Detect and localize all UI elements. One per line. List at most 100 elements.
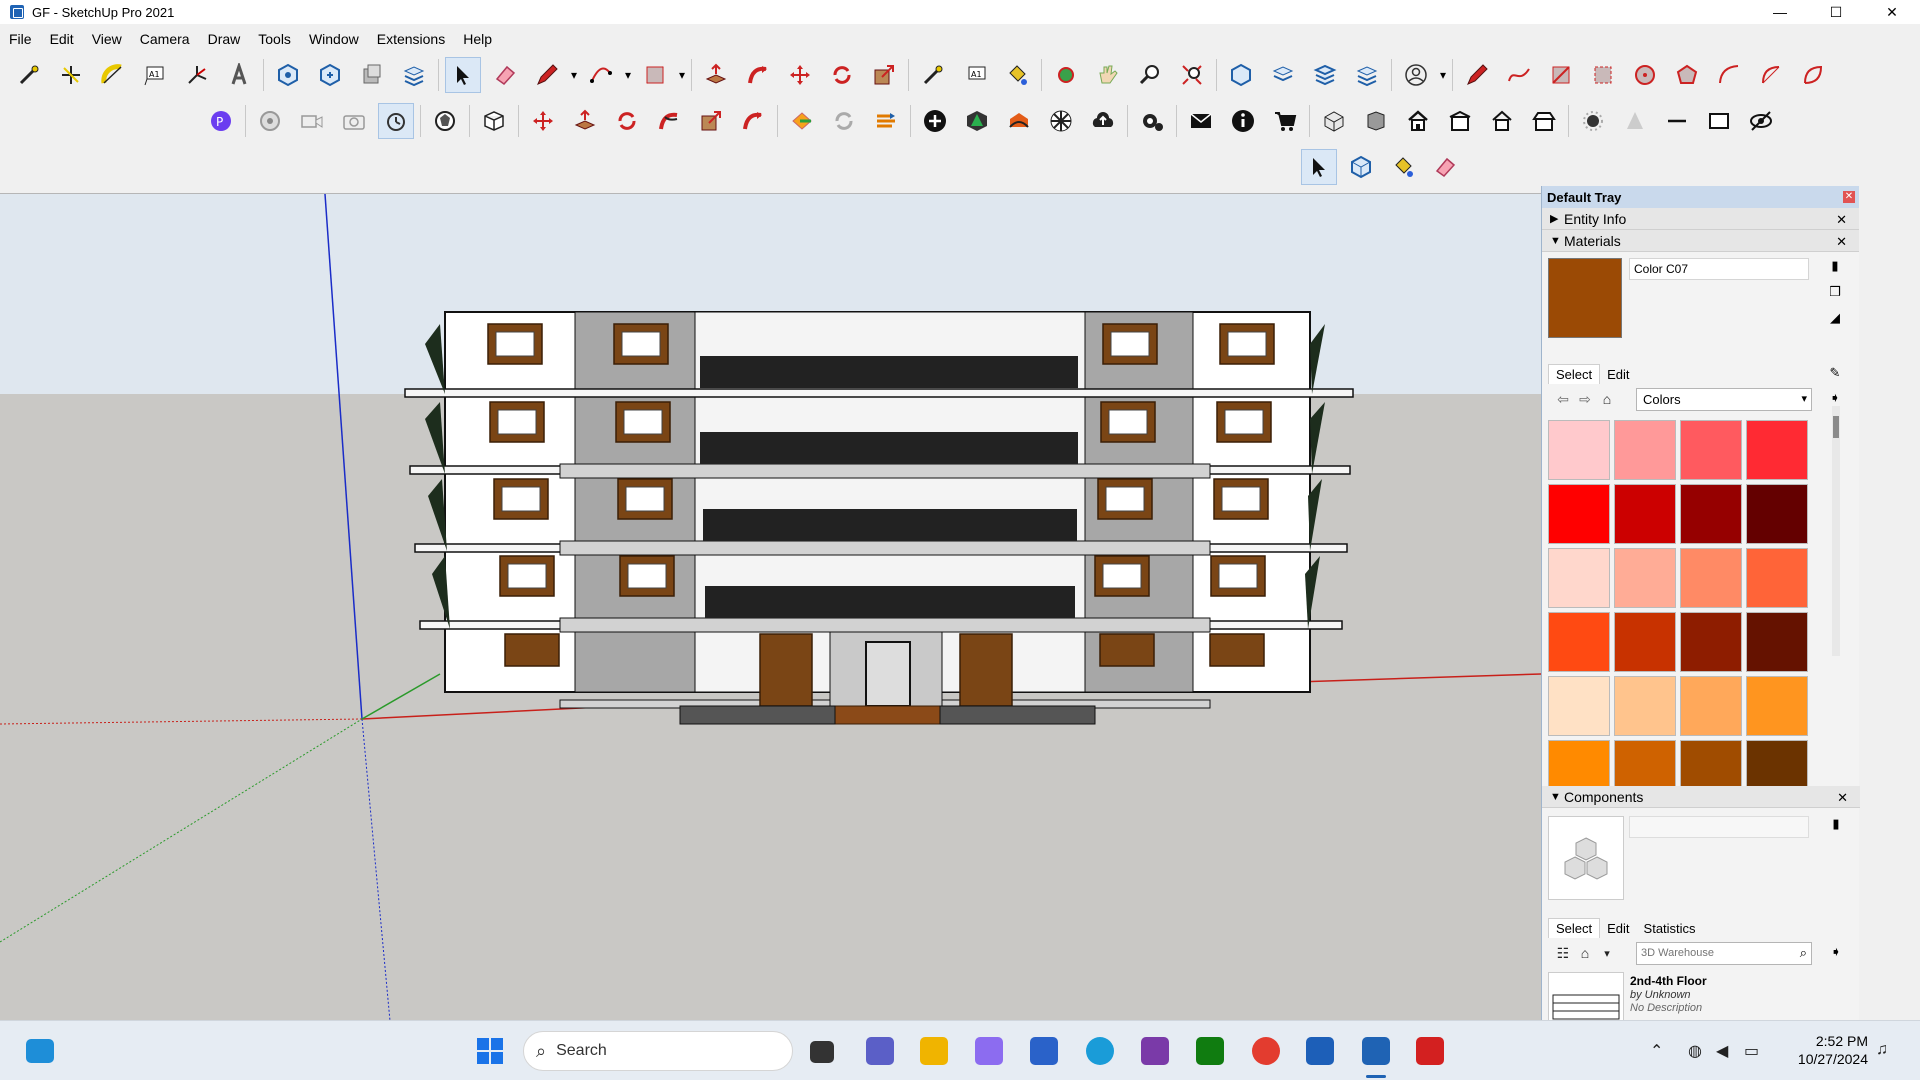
- chrome-icon[interactable]: [1252, 1037, 1280, 1065]
- library-dropdown[interactable]: Colors ▾: [1636, 388, 1812, 411]
- shadows-icon[interactable]: [1576, 104, 1610, 138]
- back-view-icon[interactable]: [1485, 104, 1519, 138]
- info-icon[interactable]: [1226, 104, 1260, 138]
- tab-select[interactable]: Select: [1548, 918, 1601, 938]
- checker-icon[interactable]: [1044, 104, 1078, 138]
- layers-icon[interactable]: [397, 58, 431, 92]
- minimize-button[interactable]: —: [1752, 0, 1808, 24]
- video-camera-icon[interactable]: [295, 104, 329, 138]
- top-view-icon[interactable]: [1359, 104, 1393, 138]
- maximize-button[interactable]: ☐: [1808, 0, 1864, 24]
- pan-icon[interactable]: [1091, 58, 1125, 92]
- sandbox-icon[interactable]: [785, 104, 819, 138]
- circle-icon[interactable]: [1628, 58, 1662, 92]
- component-details-icon[interactable]: ▮: [1828, 816, 1844, 832]
- display-secondary-icon[interactable]: ▮: [1827, 258, 1843, 274]
- move-icon[interactable]: [783, 58, 817, 92]
- tab-select[interactable]: Select: [1548, 364, 1601, 384]
- battery-icon[interactable]: ▭: [1744, 1041, 1759, 1061]
- store-icon[interactable]: [1030, 1037, 1058, 1065]
- follow-me-icon[interactable]: [652, 104, 686, 138]
- right-view-icon[interactable]: [1443, 104, 1477, 138]
- building-model[interactable]: [404, 311, 1354, 725]
- dimension-icon[interactable]: [54, 58, 88, 92]
- warehouse-search-box[interactable]: ⌕: [1636, 942, 1812, 965]
- arc-2-icon[interactable]: [1712, 58, 1746, 92]
- rectangle-icon[interactable]: [638, 58, 672, 92]
- push-pull-icon[interactable]: [699, 58, 733, 92]
- paint-bucket-icon[interactable]: [1000, 58, 1034, 92]
- menu-help[interactable]: Help: [454, 28, 501, 50]
- scale-icon[interactable]: [867, 58, 901, 92]
- app-icon[interactable]: [1141, 1037, 1169, 1065]
- menu-edit[interactable]: Edit: [41, 28, 83, 50]
- material-swatch[interactable]: [1548, 420, 1610, 480]
- rotate-icon[interactable]: [610, 104, 644, 138]
- curve-icon[interactable]: [1502, 58, 1536, 92]
- iso-view-icon[interactable]: [1317, 104, 1351, 138]
- eraser-icon[interactable]: [488, 58, 522, 92]
- file-explorer-icon[interactable]: [920, 1037, 948, 1065]
- current-material-swatch[interactable]: [1548, 258, 1622, 338]
- material-swatch[interactable]: [1548, 548, 1610, 608]
- material-swatch[interactable]: [1614, 676, 1676, 736]
- model-viewport[interactable]: [0, 193, 1541, 1020]
- menu-view[interactable]: View: [83, 28, 131, 50]
- position-camera-icon[interactable]: [253, 104, 287, 138]
- settings-icon[interactable]: [1135, 104, 1169, 138]
- warehouse-search-input[interactable]: [1637, 943, 1787, 963]
- tab-edit[interactable]: Edit: [1600, 365, 1636, 384]
- component-options-icon[interactable]: [271, 58, 305, 92]
- material-swatch[interactable]: [1680, 484, 1742, 544]
- back-arrow-icon[interactable]: ⇦: [1552, 391, 1574, 408]
- 3d-text-icon[interactable]: [222, 58, 256, 92]
- component-attributes-icon[interactable]: [313, 58, 347, 92]
- section-plane-icon[interactable]: [1702, 104, 1736, 138]
- component-name-field[interactable]: [1629, 816, 1809, 838]
- move-icon[interactable]: [526, 104, 560, 138]
- fog-icon[interactable]: [1618, 104, 1652, 138]
- material-swatch[interactable]: [1746, 676, 1808, 736]
- account-dropdown-icon[interactable]: ▾: [1437, 58, 1449, 92]
- material-swatch[interactable]: [1548, 612, 1610, 672]
- material-swatch[interactable]: [1746, 612, 1808, 672]
- taskbar-search[interactable]: ⌕ Search: [523, 1031, 793, 1071]
- warehouse-icon[interactable]: [960, 104, 994, 138]
- material-swatch[interactable]: [1680, 676, 1742, 736]
- cloud-upload-icon[interactable]: [1086, 104, 1120, 138]
- pie-icon[interactable]: [1754, 58, 1788, 92]
- polygon-icon[interactable]: [1670, 58, 1704, 92]
- material-swatch[interactable]: [1746, 484, 1808, 544]
- front-view-icon[interactable]: [1401, 104, 1435, 138]
- components-close-icon[interactable]: ✕: [1837, 790, 1848, 806]
- material-swatch[interactable]: [1614, 420, 1676, 480]
- orbit-icon[interactable]: [1049, 58, 1083, 92]
- mail-icon[interactable]: [1184, 104, 1218, 138]
- eyedropper-icon[interactable]: ✎: [1827, 365, 1843, 381]
- push-pull-icon[interactable]: [568, 104, 602, 138]
- line-rect-icon[interactable]: [1544, 58, 1578, 92]
- start-icon[interactable]: [476, 1037, 504, 1065]
- details-arrow-icon[interactable]: ➧: [1828, 944, 1844, 960]
- camera-icon[interactable]: [337, 104, 371, 138]
- default-material-icon[interactable]: ◢: [1827, 310, 1843, 326]
- measure-icon[interactable]: [916, 58, 950, 92]
- components-panel-header[interactable]: ▼ Components ✕: [1542, 786, 1860, 808]
- zoom-icon[interactable]: [1133, 58, 1167, 92]
- xbox-icon[interactable]: [1196, 1037, 1224, 1065]
- notification-bell-icon[interactable]: ♫: [1876, 1041, 1888, 1059]
- chevron-down-icon[interactable]: ▾: [1596, 947, 1618, 960]
- home-icon[interactable]: ⌂: [1574, 945, 1596, 961]
- material-swatch[interactable]: [1680, 548, 1742, 608]
- components-panel-icon[interactable]: [1224, 58, 1258, 92]
- create-material-icon[interactable]: ❒: [1827, 284, 1843, 300]
- view-options-icon[interactable]: ☷: [1552, 945, 1574, 962]
- three-point-arc-icon[interactable]: [1796, 58, 1830, 92]
- cart-icon[interactable]: [1268, 104, 1302, 138]
- home-icon[interactable]: ⌂: [1596, 391, 1618, 407]
- refresh-icon[interactable]: [827, 104, 861, 138]
- styles-icon[interactable]: [1266, 58, 1300, 92]
- tab-statistics[interactable]: Statistics: [1637, 919, 1703, 938]
- add-icon[interactable]: [918, 104, 952, 138]
- material-swatch[interactable]: [1680, 612, 1742, 672]
